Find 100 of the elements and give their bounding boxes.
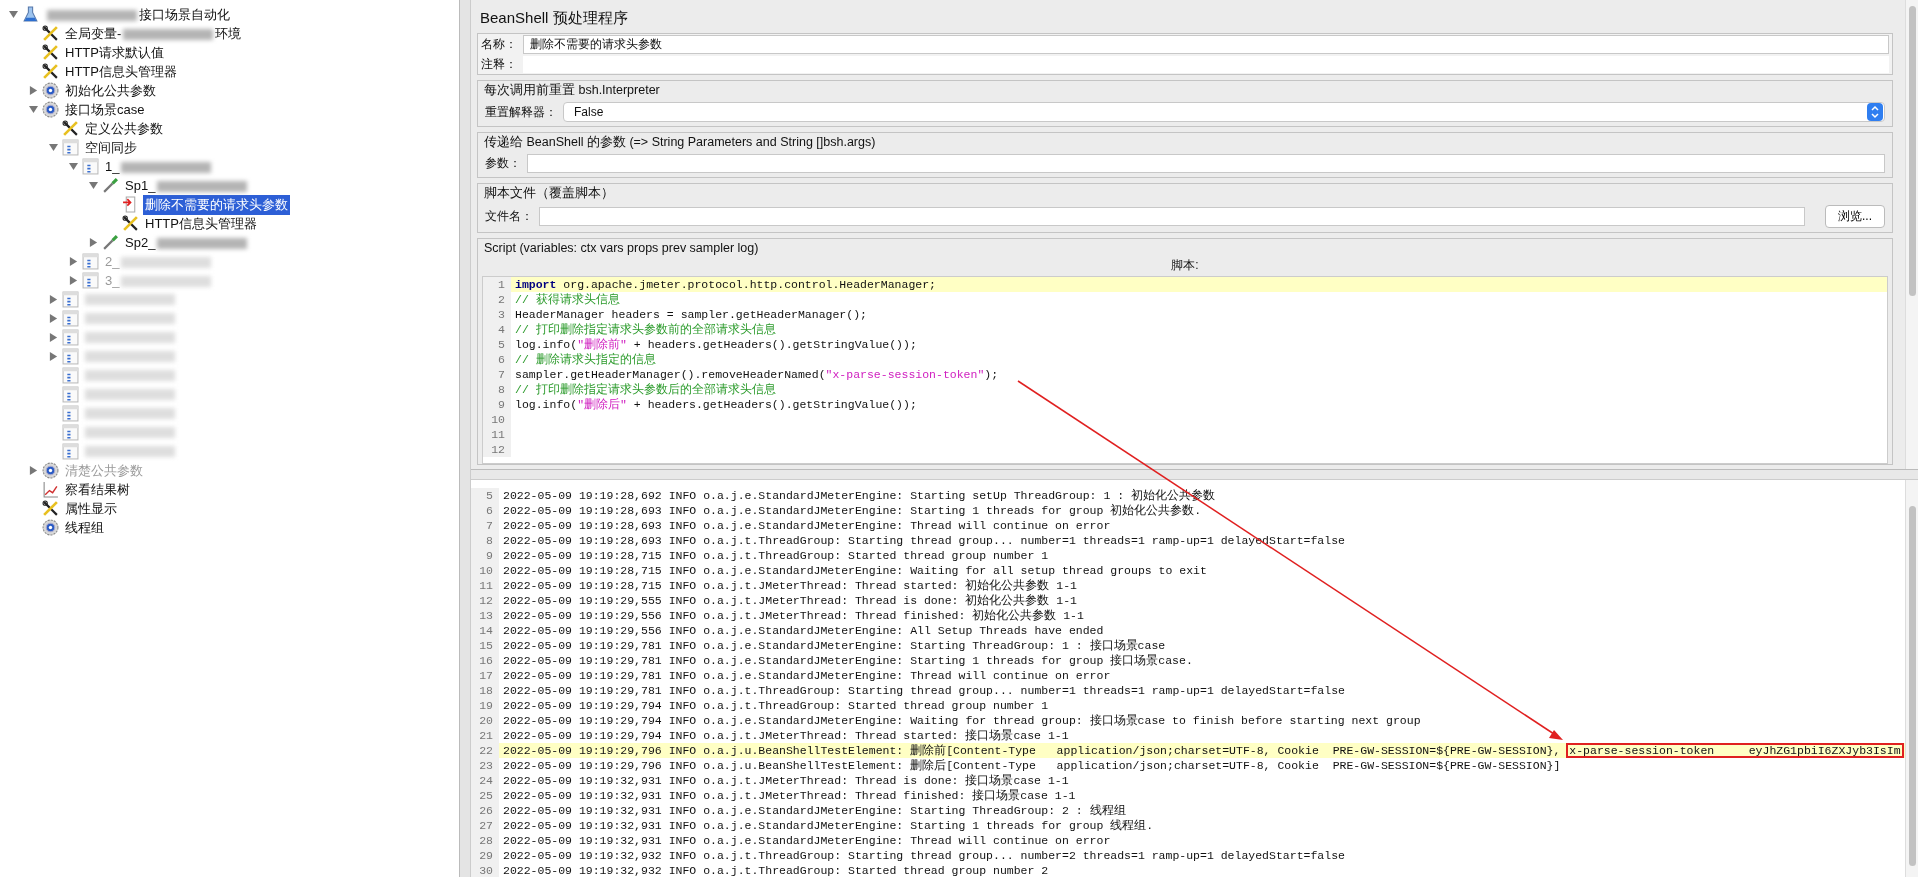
window-icon [62, 367, 79, 384]
line-number: 24 [471, 773, 499, 788]
line-number: 29 [471, 848, 499, 863]
line-number: 22 [471, 743, 499, 758]
log-text: 2022-05-09 19:19:28,715 INFO o.a.j.t.JMeterThread: Thread started: 初始化公共参数 1-1 [502, 578, 1077, 593]
tree-item[interactable]: 属性显示 [63, 498, 119, 519]
parameters-field[interactable] [527, 154, 1885, 173]
window-icon [62, 443, 79, 460]
log-text: 2022-05-09 19:19:32,931 INFO o.a.j.e.StandardJMeterEngine: Starting 1 threads for group 线程组. [502, 818, 1154, 833]
expand-toggle-icon[interactable] [68, 162, 78, 171]
tree-item[interactable]: 察看结果树 [63, 479, 132, 500]
splitter[interactable] [471, 470, 1918, 480]
line-number: 27 [471, 818, 499, 833]
log-text: 2022-05-09 19:19:29,796 INFO o.a.j.u.BeanShellTestElement: 删除前[Content-Type application/json;charset=UTF-8, Cookie PRE-GW-SESSION=${PRE-GW-SESSION}, [502, 743, 1562, 758]
window-icon [82, 272, 99, 289]
window-icon [62, 329, 79, 346]
reset-dropdown[interactable]: False [563, 102, 1885, 122]
scrollbar[interactable] [1905, 0, 1918, 469]
expand-toggle-icon[interactable] [8, 10, 18, 19]
panel-title: BeanShell 预处理程序 [479, 8, 629, 28]
gear-icon [42, 82, 59, 99]
browse-button[interactable]: 浏览... [1825, 205, 1885, 228]
log-text: 2022-05-09 19:19:32,931 INFO o.a.j.e.StandardJMeterEngine: Starting ThreadGroup: 2 : 线程组 [502, 803, 1126, 818]
window-icon [82, 158, 99, 175]
line-number: 26 [471, 803, 499, 818]
file-name-field[interactable] [539, 207, 1805, 226]
script-editor[interactable] [482, 276, 1888, 464]
window-icon [62, 348, 79, 365]
window-icon [62, 424, 79, 441]
expand-toggle-icon[interactable] [48, 143, 58, 152]
line-number: 12 [483, 442, 511, 457]
splitter[interactable] [460, 0, 471, 877]
name-field[interactable]: 删除不需要的请求头参数 [523, 35, 1889, 54]
line-number: 11 [471, 578, 499, 593]
log-text: 2022-05-09 19:19:29,794 INFO o.a.j.t.JMeterThread: Thread started: 接口场景case 1-1 [502, 728, 1069, 743]
gear-icon [42, 519, 59, 536]
tree-item[interactable]: 接口场景case [63, 99, 147, 120]
tree-item[interactable]: 空间同步 [83, 137, 139, 158]
tree-item[interactable]: HTTP请求默认值 [63, 42, 166, 63]
expand-toggle-icon[interactable] [28, 105, 38, 114]
line-number: 19 [471, 698, 499, 713]
tools-icon [62, 120, 79, 137]
gear-icon [42, 101, 59, 118]
line-number: 21 [471, 728, 499, 743]
log-text: 2022-05-09 19:19:29,781 INFO o.a.j.t.ThreadGroup: Starting thread group... number=1 threads=1 ramp-up=1 delayedStart=false [502, 684, 1345, 697]
log-text: 2022-05-09 19:19:28,693 INFO o.a.j.e.StandardJMeterEngine: Thread will continue on error [502, 519, 1111, 532]
code-line: HeaderManager headers = sampler.getHeaderManager(); [514, 308, 867, 321]
log-text: 2022-05-09 19:19:29,796 INFO o.a.j.u.BeanShellTestElement: 删除后[Content-Type application/json;charset=UTF-8, Cookie PRE-GW-SESSION=${PRE-GW-SESSION}] [502, 758, 1561, 773]
tree-item[interactable]: 删除不需要的请求头参数 [143, 194, 290, 215]
line-number: 14 [471, 623, 499, 638]
line-number: 11 [483, 427, 511, 442]
dropper-icon [102, 234, 119, 251]
log-text: 2022-05-09 19:19:29,555 INFO o.a.j.t.JMeterThread: Thread is done: 初始化公共参数 1-1 [502, 593, 1077, 608]
line-number: 2 [483, 292, 511, 307]
expand-toggle-icon[interactable] [88, 238, 98, 247]
tree-item[interactable]: 初始化公共参数 [63, 80, 158, 101]
code-line: // 打印删除指定请求头参数前的全部请求头信息 [514, 322, 776, 337]
log-text: 2022-05-09 19:19:32,931 INFO o.a.j.t.JMeterThread: Thread is done: 接口场景case 1-1 [502, 773, 1069, 788]
line-number: 3 [483, 307, 511, 322]
line-number: 10 [483, 412, 511, 427]
tree-item[interactable]: 接口场景自动化 [43, 4, 232, 25]
window-icon [62, 386, 79, 403]
stepper-icon [1867, 103, 1883, 121]
code-line: import org.apache.jmeter.protocol.http.control.HeaderManager; [514, 278, 936, 291]
window-icon [62, 139, 79, 156]
tools-icon [122, 215, 139, 232]
field-label: 注释： [481, 56, 517, 73]
comment-field[interactable] [523, 56, 1889, 73]
line-number: 7 [471, 518, 499, 533]
tree-item[interactable]: 全局变量- 环境 [63, 23, 244, 44]
tree-item[interactable]: Sp1_ [123, 177, 252, 194]
gear-icon [42, 462, 59, 479]
line-number: 5 [471, 488, 499, 503]
line-number: 28 [471, 833, 499, 848]
window-icon [82, 253, 99, 270]
tree-item[interactable]: 定义公共参数 [83, 118, 165, 139]
tree-item[interactable]: Sp2_ [123, 234, 252, 251]
group-title: 每次调用前重置 bsh.Interpreter [483, 82, 661, 99]
expand-toggle-icon[interactable] [88, 181, 98, 190]
log-text: 2022-05-09 19:19:29,556 INFO o.a.j.t.JMeterThread: Thread finished: 初始化公共参数 1-1 [502, 608, 1084, 623]
line-number: 5 [483, 337, 511, 352]
line-number: 16 [471, 653, 499, 668]
log-text: 2022-05-09 19:19:28,715 INFO o.a.j.e.StandardJMeterEngine: Waiting for all setup thread groups to exit [502, 564, 1207, 577]
line-number: 15 [471, 638, 499, 653]
code-line: // 打印删除指定请求头参数后的全部请求头信息 [514, 382, 776, 397]
tree-item[interactable]: 线程组 [63, 517, 106, 538]
line-number: 20 [471, 713, 499, 728]
code-line: log.info("删除前" + headers.getHeaders().getStringValue()); [514, 337, 917, 352]
expand-toggle-icon[interactable] [28, 86, 38, 95]
line-number: 12 [471, 593, 499, 608]
log-text: 2022-05-09 19:19:32,931 INFO o.a.j.e.StandardJMeterEngine: Thread will continue on error [502, 834, 1111, 847]
line-number: 9 [471, 548, 499, 563]
tree-item[interactable]: HTTP信息头管理器 [143, 213, 259, 234]
dropper-icon [102, 177, 119, 194]
log-text: 2022-05-09 19:19:29,794 INFO o.a.j.t.ThreadGroup: Started thread group number 1 [502, 699, 1049, 712]
tree-item[interactable]: HTTP信息头管理器 [63, 61, 179, 82]
line-number: 8 [471, 533, 499, 548]
scrollbar[interactable] [1905, 480, 1918, 877]
log-text: 2022-05-09 19:19:32,932 INFO o.a.j.t.ThreadGroup: Starting thread group... number=2 threads=1 ramp-up=1 delayedStart=false [502, 849, 1345, 862]
line-number: 7 [483, 367, 511, 382]
